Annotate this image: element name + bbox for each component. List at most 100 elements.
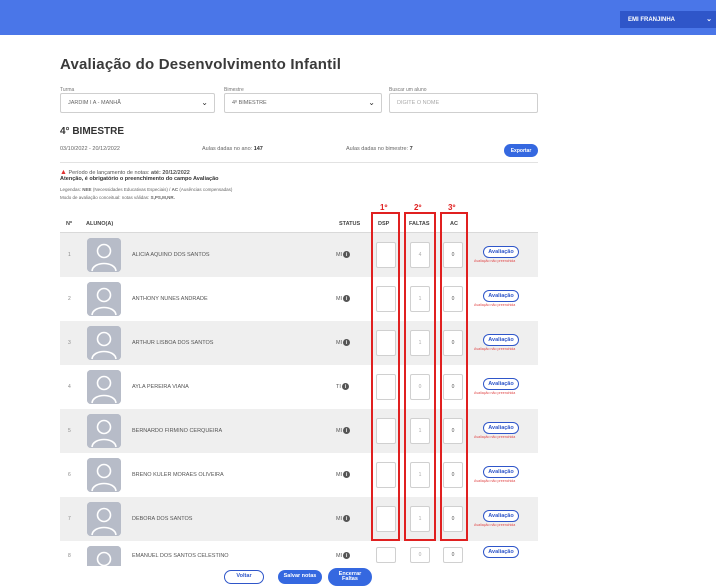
annotation-label-3: 3º (448, 203, 456, 212)
aulas-ano: Aulas dadas no ano: 147 (202, 146, 263, 152)
attention-notice: Atenção, é obrigatório o preenchimento d… (60, 176, 219, 182)
info-icon[interactable]: i (343, 552, 351, 559)
row-number: 1 (68, 252, 71, 258)
divider (60, 162, 538, 163)
chevron-down-icon: ⌄ (706, 16, 712, 23)
section-title: 4° BIMESTRE (60, 126, 125, 137)
aulas-ano-label: Aulas dadas no ano: (202, 146, 253, 152)
legend2-text: Modo de avaliação conceitual: notas váli… (60, 195, 150, 200)
info-icon[interactable]: i (343, 339, 351, 346)
evaluation-button[interactable]: Avaliação (483, 510, 519, 522)
student-name: DEBORA DOS SANTOS (132, 516, 193, 522)
period-range: 03/10/2022 - 20/12/2022 (60, 146, 120, 152)
row-number: 3 (68, 340, 71, 346)
aulas-bim-value: 7 (409, 146, 413, 152)
legend: Legendas: NEE (Necessidades Educativas E… (60, 187, 232, 192)
encerrar-line2: Faltas (342, 576, 358, 582)
row-number: 6 (68, 472, 71, 478)
student-name: AYLA PEREIRA VIANA (132, 384, 189, 390)
legend-nee-desc: (Necessidades Educativas Especiais) / (92, 187, 171, 192)
legend-ac-desc: (Ausências compensadas) (179, 187, 233, 192)
user-name: EMI FRANJINHA (628, 16, 676, 23)
status-text: TI (336, 383, 341, 390)
col-header-status: STATUS (339, 221, 361, 227)
col-header-num: Nº (66, 221, 72, 227)
info-icon[interactable]: i (343, 471, 351, 478)
back-button[interactable]: Voltar (224, 570, 264, 584)
search-placeholder: DIGITE O NOME (397, 100, 440, 106)
export-button[interactable]: Exportar (504, 144, 538, 157)
student-name: ANTHONY NUNES ANDRADE (132, 296, 208, 302)
row-number: 8 (68, 553, 71, 559)
annotation-label-1: 1º (380, 203, 388, 212)
warning-icon: ▲ (60, 169, 67, 176)
info-icon[interactable]: i (343, 515, 351, 522)
row-number: 4 (68, 384, 71, 390)
student-name: BRENO KULER MORAES OLIVEIRA (132, 472, 224, 478)
avatar (87, 370, 121, 404)
avatar (87, 502, 121, 536)
legend-ac: AC (171, 187, 179, 192)
info-icon[interactable]: i (341, 383, 349, 390)
annotation-box-dsp (371, 212, 400, 541)
avatar (87, 238, 121, 272)
evaluation-button[interactable]: Avaliação (483, 334, 519, 346)
evaluation-button[interactable]: Avaliação (483, 546, 519, 558)
student-name: EMANUEL DOS SANTOS CELESTINO (132, 553, 229, 559)
annotation-box-ac (440, 212, 468, 541)
search-input[interactable]: DIGITE O NOME (389, 93, 538, 113)
status-badge: MI i (336, 515, 351, 522)
student-name: ALICIA AQUINO DOS SANTOS (132, 252, 210, 258)
faltas-input[interactable]: 0 (410, 547, 430, 563)
turma-select[interactable]: JARDIM I A - MANHÃ ⌄ (60, 93, 215, 113)
annotation-label-2: 2º (414, 203, 422, 212)
legend2-values: S,PS,M,NR. (150, 195, 175, 200)
status-text: MI (336, 251, 343, 258)
table-row: 8 EMANUEL DOS SANTOS CELESTINO MI i 0 0 Avalia… (60, 541, 538, 580)
info-icon[interactable]: i (343, 295, 351, 302)
evaluation-note: Avaliação não preenchida (474, 391, 516, 395)
legend-nee: NEE (82, 187, 92, 192)
evaluation-button[interactable]: Avaliação (483, 378, 519, 390)
evaluation-button[interactable]: Avaliação (483, 246, 519, 258)
evaluation-note: Avaliação não preenchida (474, 347, 516, 351)
info-icon[interactable]: i (343, 427, 351, 434)
row-number: 2 (68, 296, 71, 302)
legend-label: Legendas: (60, 187, 82, 192)
student-name: ARTHUR LISBOA DOS SANTOS (132, 340, 214, 346)
evaluation-note: Avaliação não preenchida (474, 435, 516, 439)
legend-evaluation-mode: Modo de avaliação conceitual: notas váli… (60, 195, 175, 200)
aulas-ano-value: 147 (253, 146, 263, 152)
user-menu[interactable]: EMI FRANJINHA ⌄ (620, 11, 716, 28)
ac-input[interactable]: 0 (443, 547, 463, 563)
student-name: BERNARDO FIRMINO CERQUEIRA (132, 428, 223, 434)
evaluation-note: Avaliação não preenchida (474, 523, 516, 527)
bimestre-select[interactable]: 4º BIMESTRE ⌄ (224, 93, 382, 113)
col-header-aluno: ALUNO(A) (86, 221, 114, 227)
evaluation-note: Avaliação não preenchida (474, 479, 516, 483)
close-absences-button[interactable]: Encerrar Faltas (328, 568, 372, 586)
status-badge: MI i (336, 339, 351, 346)
evaluation-note: Avaliação não preenchida (474, 259, 516, 263)
evaluation-button[interactable]: Avaliação (483, 290, 519, 302)
avatar (87, 326, 121, 360)
status-badge: MI i (336, 427, 351, 434)
annotation-box-faltas (404, 212, 436, 541)
info-icon[interactable]: i (343, 251, 351, 258)
bimestre-value: 4º BIMESTRE (232, 100, 267, 106)
status-text: MI (336, 295, 343, 302)
evaluation-button[interactable]: Avaliação (483, 466, 519, 478)
dsp-input[interactable] (376, 547, 396, 563)
status-text: MI (336, 339, 343, 346)
save-grades-button[interactable]: Salvar notas (278, 570, 322, 584)
status-badge: MI i (336, 251, 351, 258)
avatar (87, 458, 121, 492)
row-number: 7 (68, 516, 71, 522)
status-badge: MI i (336, 552, 351, 559)
status-badge: TI i (336, 383, 349, 390)
status-badge: MI i (336, 471, 351, 478)
evaluation-note: Avaliação não preenchida (474, 303, 516, 307)
status-text: MI (336, 471, 343, 478)
avatar (87, 414, 121, 448)
evaluation-button[interactable]: Avaliação (483, 422, 519, 434)
